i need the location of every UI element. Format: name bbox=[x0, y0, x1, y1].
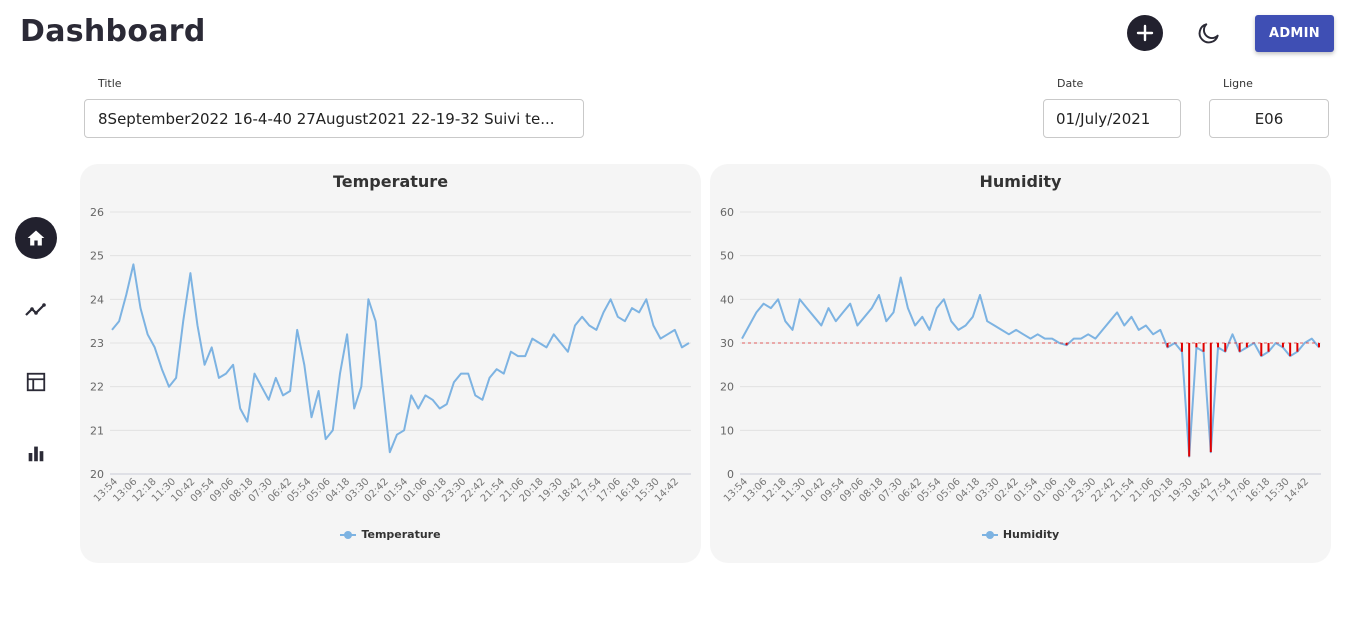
humidity-chart: 010203040506013:5413:0612:1811:3010:4209… bbox=[720, 206, 1321, 505]
plus-icon bbox=[1136, 24, 1154, 42]
temperature-chart-card: Temperature 20 21 22 23 24 25 26 13:54 13:06 12:1… bbox=[80, 164, 701, 563]
humidity-chart-card: Humidity 0 10 20 30 40 50 60 13:54 13:06 12:18 11:… bbox=[710, 164, 1331, 563]
sidebar-item-stats[interactable] bbox=[15, 432, 57, 474]
y-tick-label: 10 bbox=[720, 424, 734, 437]
date-field-label: Date bbox=[1057, 77, 1084, 90]
sidebar-item-home[interactable] bbox=[15, 217, 57, 259]
date-field[interactable]: 01/July/2021 bbox=[1043, 99, 1181, 138]
ligne-field[interactable]: E06 bbox=[1209, 99, 1329, 138]
y-tick-label: 23 bbox=[90, 337, 104, 350]
y-tick-label: 22 bbox=[90, 381, 104, 394]
y-tick-label: 20 bbox=[720, 381, 734, 394]
y-tick-label: 26 bbox=[90, 206, 104, 219]
sidebar-item-table[interactable] bbox=[15, 361, 57, 403]
legend-label: Humidity bbox=[1002, 528, 1060, 541]
home-icon bbox=[27, 230, 45, 246]
ligne-field-label: Ligne bbox=[1223, 77, 1253, 90]
moon-icon bbox=[1198, 23, 1219, 44]
y-tick-label: 40 bbox=[720, 293, 734, 306]
y-tick-label: 20 bbox=[90, 468, 104, 481]
add-button[interactable] bbox=[1127, 15, 1163, 51]
bar-chart-icon bbox=[28, 446, 44, 462]
y-tick-label: 25 bbox=[90, 250, 104, 263]
legend-label: Temperature bbox=[361, 528, 441, 541]
title-field-label: Title bbox=[98, 77, 122, 90]
table-icon bbox=[26, 372, 46, 392]
y-tick-label: 30 bbox=[720, 337, 734, 350]
series-line bbox=[111, 263, 690, 454]
legend-marker-icon bbox=[981, 530, 998, 540]
temperature-chart: 2021222324252613:5413:0612:1811:3010:420… bbox=[90, 206, 691, 505]
sidebar-item-trends[interactable] bbox=[15, 288, 57, 330]
y-tick-label: 21 bbox=[90, 424, 104, 437]
admin-button[interactable]: ADMIN bbox=[1255, 15, 1334, 52]
y-tick-label: 24 bbox=[90, 293, 104, 306]
y-tick-label: 50 bbox=[720, 250, 734, 263]
title-field[interactable]: 8September2022 16-4-40 27August2021 22-1… bbox=[84, 99, 584, 138]
chart-legend[interactable]: Humidity bbox=[710, 528, 1331, 541]
trend-line-icon bbox=[25, 303, 46, 316]
legend-marker-icon bbox=[340, 530, 357, 540]
y-tick-label: 60 bbox=[720, 206, 734, 219]
theme-toggle-button[interactable] bbox=[1193, 17, 1225, 49]
series-line bbox=[741, 276, 1320, 458]
y-tick-label: 0 bbox=[727, 468, 734, 481]
page-title: Dashboard bbox=[20, 14, 206, 49]
chart-legend[interactable]: Temperature bbox=[80, 528, 701, 541]
